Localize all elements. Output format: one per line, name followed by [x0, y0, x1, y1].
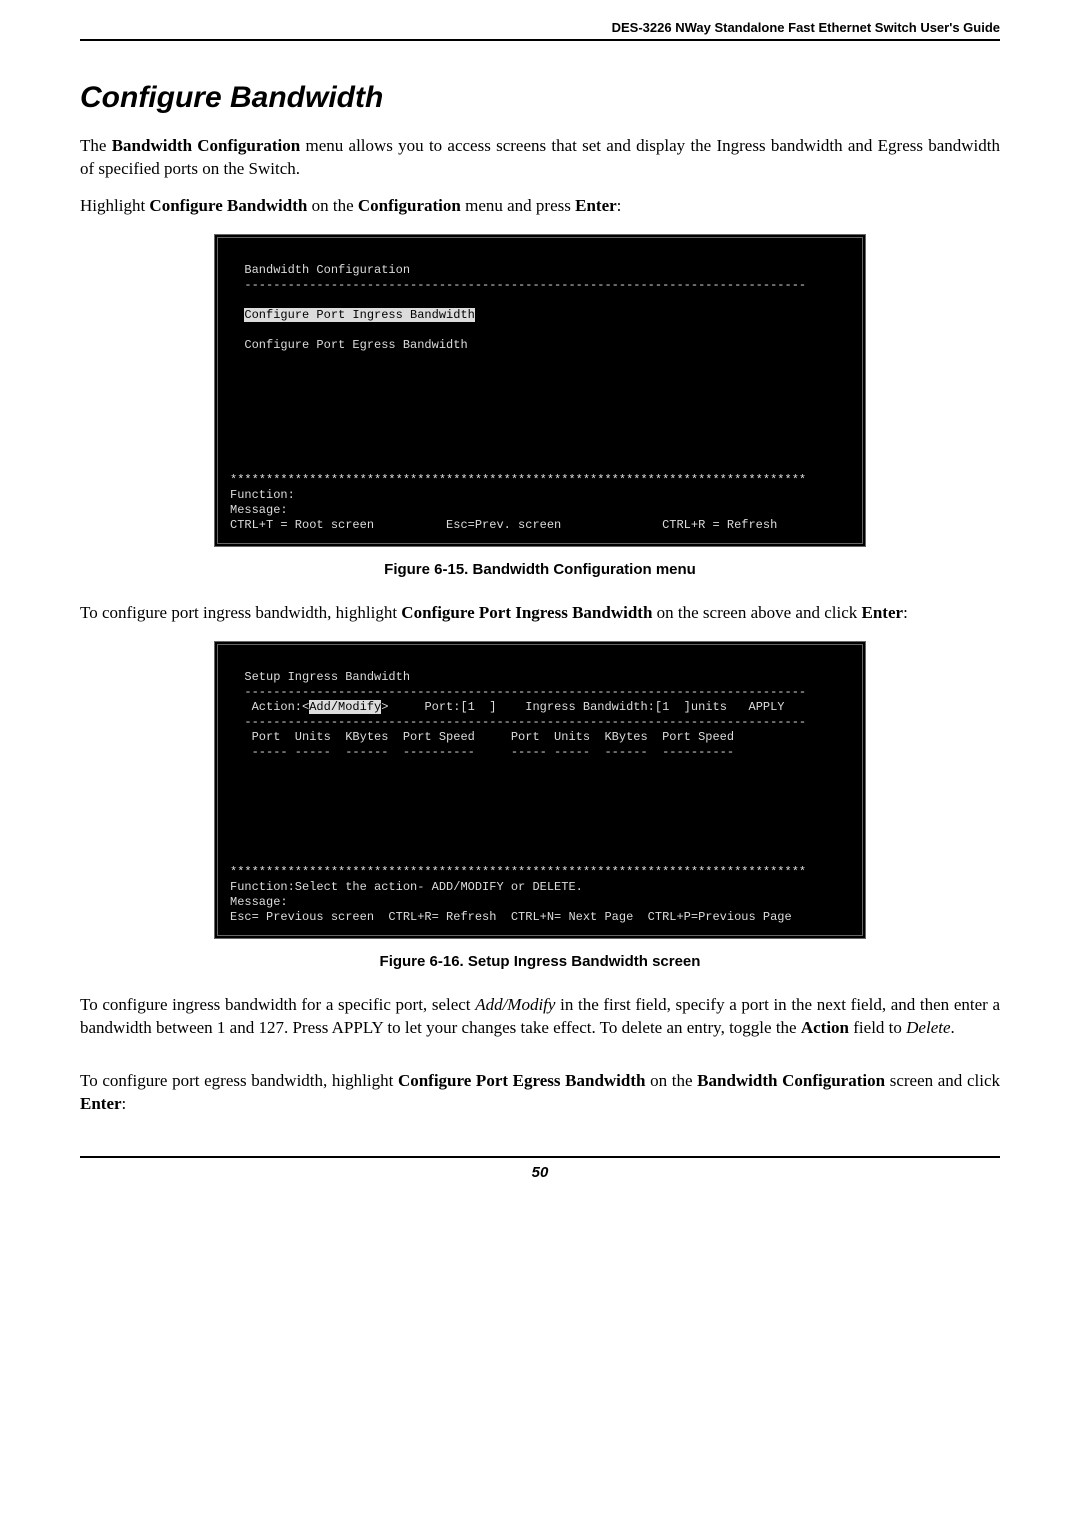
t1-title: Bandwidth Configuration: [230, 263, 410, 277]
t2-dash: ----- ----- ------ ---------- ----- ----…: [230, 745, 734, 759]
figure-caption-2: Figure 6-16. Setup Ingress Bandwidth scr…: [80, 953, 1000, 970]
t1-function: Function:: [230, 488, 295, 502]
t2-message: Message:: [230, 895, 288, 909]
p5g: :: [122, 1094, 127, 1113]
p5c: on the: [645, 1071, 697, 1090]
paragraph-1: The Bandwidth Configuration menu allows …: [80, 135, 1000, 181]
p4a: To configure ingress bandwidth for a spe…: [80, 995, 475, 1014]
p2d: Configuration: [358, 196, 461, 215]
header-guide: DES-3226 NWay Standalone Fast Ethernet S…: [80, 20, 1000, 39]
p5f: Enter: [80, 1094, 122, 1113]
terminal-bandwidth-config: Bandwidth Configuration ----------------…: [214, 234, 866, 547]
p4e: field to: [849, 1018, 906, 1037]
p3c: on the screen above and click: [652, 603, 861, 622]
t2-title: Setup Ingress Bandwidth: [230, 670, 410, 684]
t1-message: Message:: [230, 503, 288, 517]
p5b: Configure Port Egress Bandwidth: [398, 1071, 646, 1090]
t2-rule1: ----------------------------------------…: [230, 685, 806, 699]
p4b: Add/Modify: [475, 995, 555, 1014]
t1-ingress-selected: Configure Port Ingress Bandwidth: [244, 308, 474, 322]
t2-rule2: ----------------------------------------…: [230, 715, 806, 729]
t1-rule: ----------------------------------------…: [230, 278, 806, 292]
t1-egress: Configure Port Egress Bandwidth: [230, 338, 468, 352]
figure-caption-1: Figure 6-15. Bandwidth Configuration men…: [80, 561, 1000, 578]
p3a: To configure port ingress bandwidth, hig…: [80, 603, 401, 622]
t1-footer: CTRL+T = Root screen Esc=Prev. screen CT…: [230, 518, 777, 532]
paragraph-2: Highlight Configure Bandwidth on the Con…: [80, 195, 1000, 218]
t2-action-b: > Port:[1 ] Ingress Bandwidth:[1 ]units …: [381, 700, 784, 714]
p2g: :: [617, 196, 622, 215]
t1-pad: [230, 308, 244, 322]
p3e: :: [903, 603, 908, 622]
p4g: .: [951, 1018, 955, 1037]
p2b: Configure Bandwidth: [149, 196, 307, 215]
p3d: Enter: [862, 603, 904, 622]
t1-stars: ****************************************…: [230, 473, 806, 487]
p2a: Highlight: [80, 196, 149, 215]
t2-footer: Esc= Previous screen CTRL+R= Refresh CTR…: [230, 910, 792, 924]
p4f: Delete: [906, 1018, 950, 1037]
terminal-setup-ingress: Setup Ingress Bandwidth ----------------…: [214, 641, 866, 939]
t2-action-a: Action:<: [230, 700, 309, 714]
p3b: Configure Port Ingress Bandwidth: [401, 603, 652, 622]
paragraph-5: To configure port egress bandwidth, high…: [80, 1070, 1000, 1116]
t2-function: Function:Select the action- ADD/MODIFY o…: [230, 880, 583, 894]
p2c: on the: [307, 196, 358, 215]
p5a: To configure port egress bandwidth, high…: [80, 1071, 398, 1090]
p5d: Bandwidth Configuration: [697, 1071, 885, 1090]
paragraph-4: To configure ingress bandwidth for a spe…: [80, 994, 1000, 1040]
t2-stars: ****************************************…: [230, 865, 806, 879]
t2-action-hl: Add/Modify: [309, 700, 381, 714]
paragraph-3: To configure port ingress bandwidth, hig…: [80, 602, 1000, 625]
p4d: Action: [801, 1018, 849, 1037]
p1b: Bandwidth Configuration: [112, 136, 301, 155]
p2f: Enter: [575, 196, 617, 215]
section-title: Configure Bandwidth: [80, 81, 1000, 115]
p1a: The: [80, 136, 112, 155]
p2e: menu and press: [461, 196, 575, 215]
page-number: 50: [532, 1164, 549, 1181]
t2-head: Port Units KBytes Port Speed Port Units …: [230, 730, 734, 744]
p5e: screen and click: [885, 1071, 1000, 1090]
